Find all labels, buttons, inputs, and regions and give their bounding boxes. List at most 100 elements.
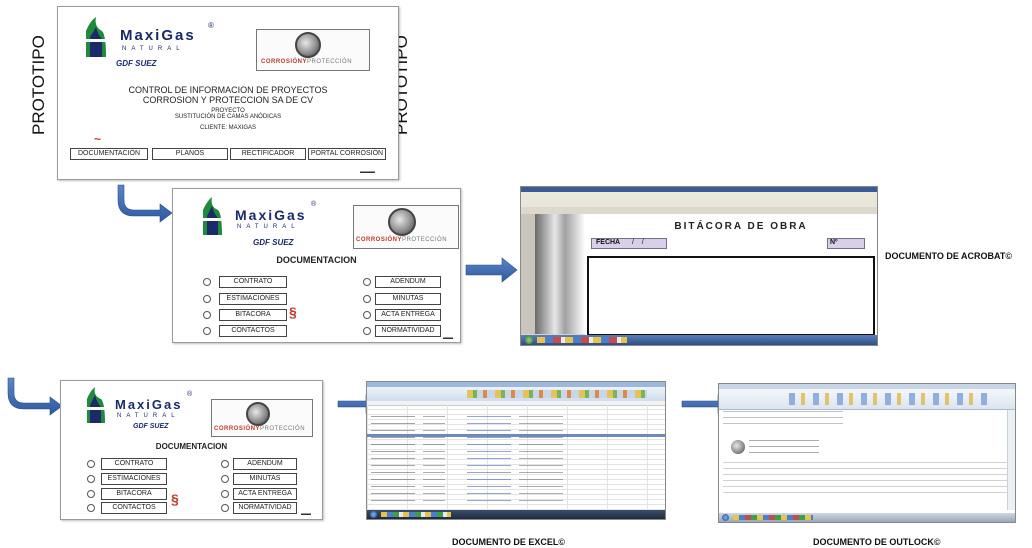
acta-entrega-button[interactable]: ACTA ENTREGA: [233, 488, 297, 500]
logo-sub: NATURAL: [122, 46, 185, 52]
cp-logo-text: CORROSIÓNYPROTECCIÓN: [261, 59, 353, 65]
cp-disc-icon: [388, 208, 416, 236]
logo-sub: NATURAL: [237, 224, 300, 230]
taskbar-app-icons: [381, 512, 451, 517]
rectificador-button[interactable]: RECTIFICADOR: [230, 148, 306, 160]
excel-caption: DOCUMENTO DE EXCEL©: [452, 537, 565, 547]
bitacora-textarea[interactable]: [587, 256, 875, 336]
radio-normatividad[interactable]: [221, 504, 229, 512]
outlook-sender-logo: [731, 440, 745, 454]
logo-reg: ®: [187, 391, 193, 398]
estimaciones-button[interactable]: ESTIMACIONES: [101, 473, 167, 485]
logo-reg: ®: [208, 21, 214, 30]
adendum-button[interactable]: ADENDUM: [375, 276, 441, 288]
radio-contactos[interactable]: [87, 504, 95, 512]
doc-panel-2: MaxiGas ® NATURAL GDF SUEZ CORROSIÓNYPRO…: [60, 380, 323, 520]
radio-estimaciones[interactable]: [87, 475, 95, 483]
radio-contactos[interactable]: [203, 327, 211, 335]
bitacora-button[interactable]: BITACORA: [219, 309, 287, 321]
planos-button[interactable]: PLANOS: [152, 148, 228, 160]
cp-logo-text: CORROSIÓNYPROTECCIÓN: [214, 426, 306, 432]
logo-sub: NATURAL: [117, 413, 180, 419]
page-mark: ▬▬: [443, 335, 453, 341]
radio-adendum[interactable]: [221, 460, 229, 468]
outlook-window: [718, 383, 1016, 523]
maxigas-logo: MaxiGas ® NATURAL GDF SUEZ: [83, 385, 203, 433]
portal-corrosion-button[interactable]: PORTAL CORROSIÓN: [308, 148, 386, 160]
radio-bitacora[interactable]: [203, 311, 211, 319]
contactos-button[interactable]: CONTACTOS: [101, 502, 167, 514]
start-icon[interactable]: [722, 514, 729, 521]
acrobat-nav-pane: [521, 214, 535, 334]
start-icon[interactable]: [525, 336, 533, 344]
excel-data-col-4: [519, 412, 563, 504]
normatividad-button[interactable]: NORMATIVIDAD: [375, 325, 441, 337]
main-title-2: CORROSION Y PROTECCION SA DE CV: [142, 95, 314, 105]
radio-contrato[interactable]: [87, 460, 95, 468]
num-label: Nº: [830, 239, 838, 246]
curved-arrow-2: [7, 377, 63, 416]
cp-disc-icon: [295, 32, 321, 58]
proyecto-value: SUSTITUCIÓN DE CAMAS ANÓDICAS: [174, 114, 282, 120]
start-icon[interactable]: [370, 511, 377, 518]
fecha-field: FECHA / /: [591, 238, 667, 249]
normatividad-button[interactable]: NORMATIVIDAD: [233, 502, 297, 514]
excel-data-col-3: [467, 412, 511, 504]
page-mark: ▬▬▬: [360, 169, 375, 175]
taskbar-app-icons: [537, 337, 627, 343]
radio-estimaciones[interactable]: [203, 295, 211, 303]
taskbar-app-icons: [733, 515, 813, 520]
num-field: Nº: [827, 238, 865, 249]
outlook-body-text: [723, 460, 1007, 496]
curved-arrow-1: [117, 184, 173, 223]
radio-normatividad[interactable]: [363, 327, 371, 335]
bitacora-button[interactable]: BITACORA: [101, 488, 167, 500]
radio-bitacora[interactable]: [87, 490, 95, 498]
logo-suez: GDF SUEZ: [253, 238, 294, 247]
pointer-mark: §: [289, 304, 297, 320]
cp-disc-icon: [246, 402, 270, 426]
acrobat-toolbar-2: [521, 207, 877, 214]
contactos-button[interactable]: CONTACTOS: [219, 325, 287, 337]
squiggle-mark: ~: [94, 132, 102, 146]
contrato-button[interactable]: CONTRATO: [219, 276, 287, 288]
outlook-scrollbar[interactable]: [1007, 410, 1015, 510]
acta-entrega-button[interactable]: ACTA ENTREGA: [375, 309, 441, 321]
cp-logo: CORROSIÓNYPROTECCIÓN: [256, 29, 370, 71]
estimaciones-button[interactable]: ESTIMACIONES: [219, 293, 287, 305]
pointer-mark: §: [171, 491, 179, 507]
minutas-button[interactable]: MINUTAS: [233, 473, 297, 485]
flame-icon: [83, 387, 105, 423]
adendum-button[interactable]: ADENDUM: [233, 458, 297, 470]
cp-logo-text: CORROSIÓNYPROTECCIÓN: [356, 237, 448, 243]
fecha-label: FECHA: [596, 239, 621, 246]
main-title-1: CONTROL DE INFORMACION DE PROYECTOS: [128, 85, 328, 95]
radio-acta-entrega[interactable]: [363, 311, 371, 319]
radio-minutas[interactable]: [363, 295, 371, 303]
main-menu-panel: MaxiGas ® NATURAL GDF SUEZ CORROSIÓNYPRO…: [57, 6, 399, 180]
radio-contrato[interactable]: [203, 278, 211, 286]
documentacion-button[interactable]: DOCUMENTACIÓN: [70, 148, 148, 160]
acrobat-caption: DOCUMENTO DE ACROBAT©: [885, 251, 1012, 261]
excel-data-col-1: [371, 412, 415, 504]
doc-panel-1: MaxiGas ® NATURAL GDF SUEZ CORROSIÓNYPRO…: [172, 188, 461, 343]
doc-heading: DOCUMENTACION: [155, 442, 228, 451]
maxigas-logo: MaxiGas ® NATURAL GDF SUEZ: [199, 195, 329, 247]
radio-minutas[interactable]: [221, 475, 229, 483]
minutas-button[interactable]: MINUTAS: [375, 293, 441, 305]
flame-icon: [199, 197, 223, 235]
radio-adendum[interactable]: [363, 278, 371, 286]
logo-suez: GDF SUEZ: [133, 423, 169, 430]
maxigas-logo: MaxiGas ® NATURAL GDF SUEZ: [82, 15, 222, 68]
excel-window: [366, 381, 666, 520]
logo-name: MaxiGas: [120, 27, 196, 44]
contrato-button[interactable]: CONTRATO: [101, 458, 167, 470]
radio-acta-entrega[interactable]: [221, 490, 229, 498]
outlook-ribbon-icons: [789, 393, 989, 405]
excel-selected-row: [367, 434, 665, 437]
cliente-label: CLIENTE: MAXIGAS: [199, 125, 256, 131]
fecha-separators: / /: [632, 239, 644, 246]
acrobat-shadow: [535, 214, 585, 334]
arrow-to-acrobat: [465, 257, 518, 283]
doc-heading: DOCUMENTACION: [276, 255, 357, 265]
